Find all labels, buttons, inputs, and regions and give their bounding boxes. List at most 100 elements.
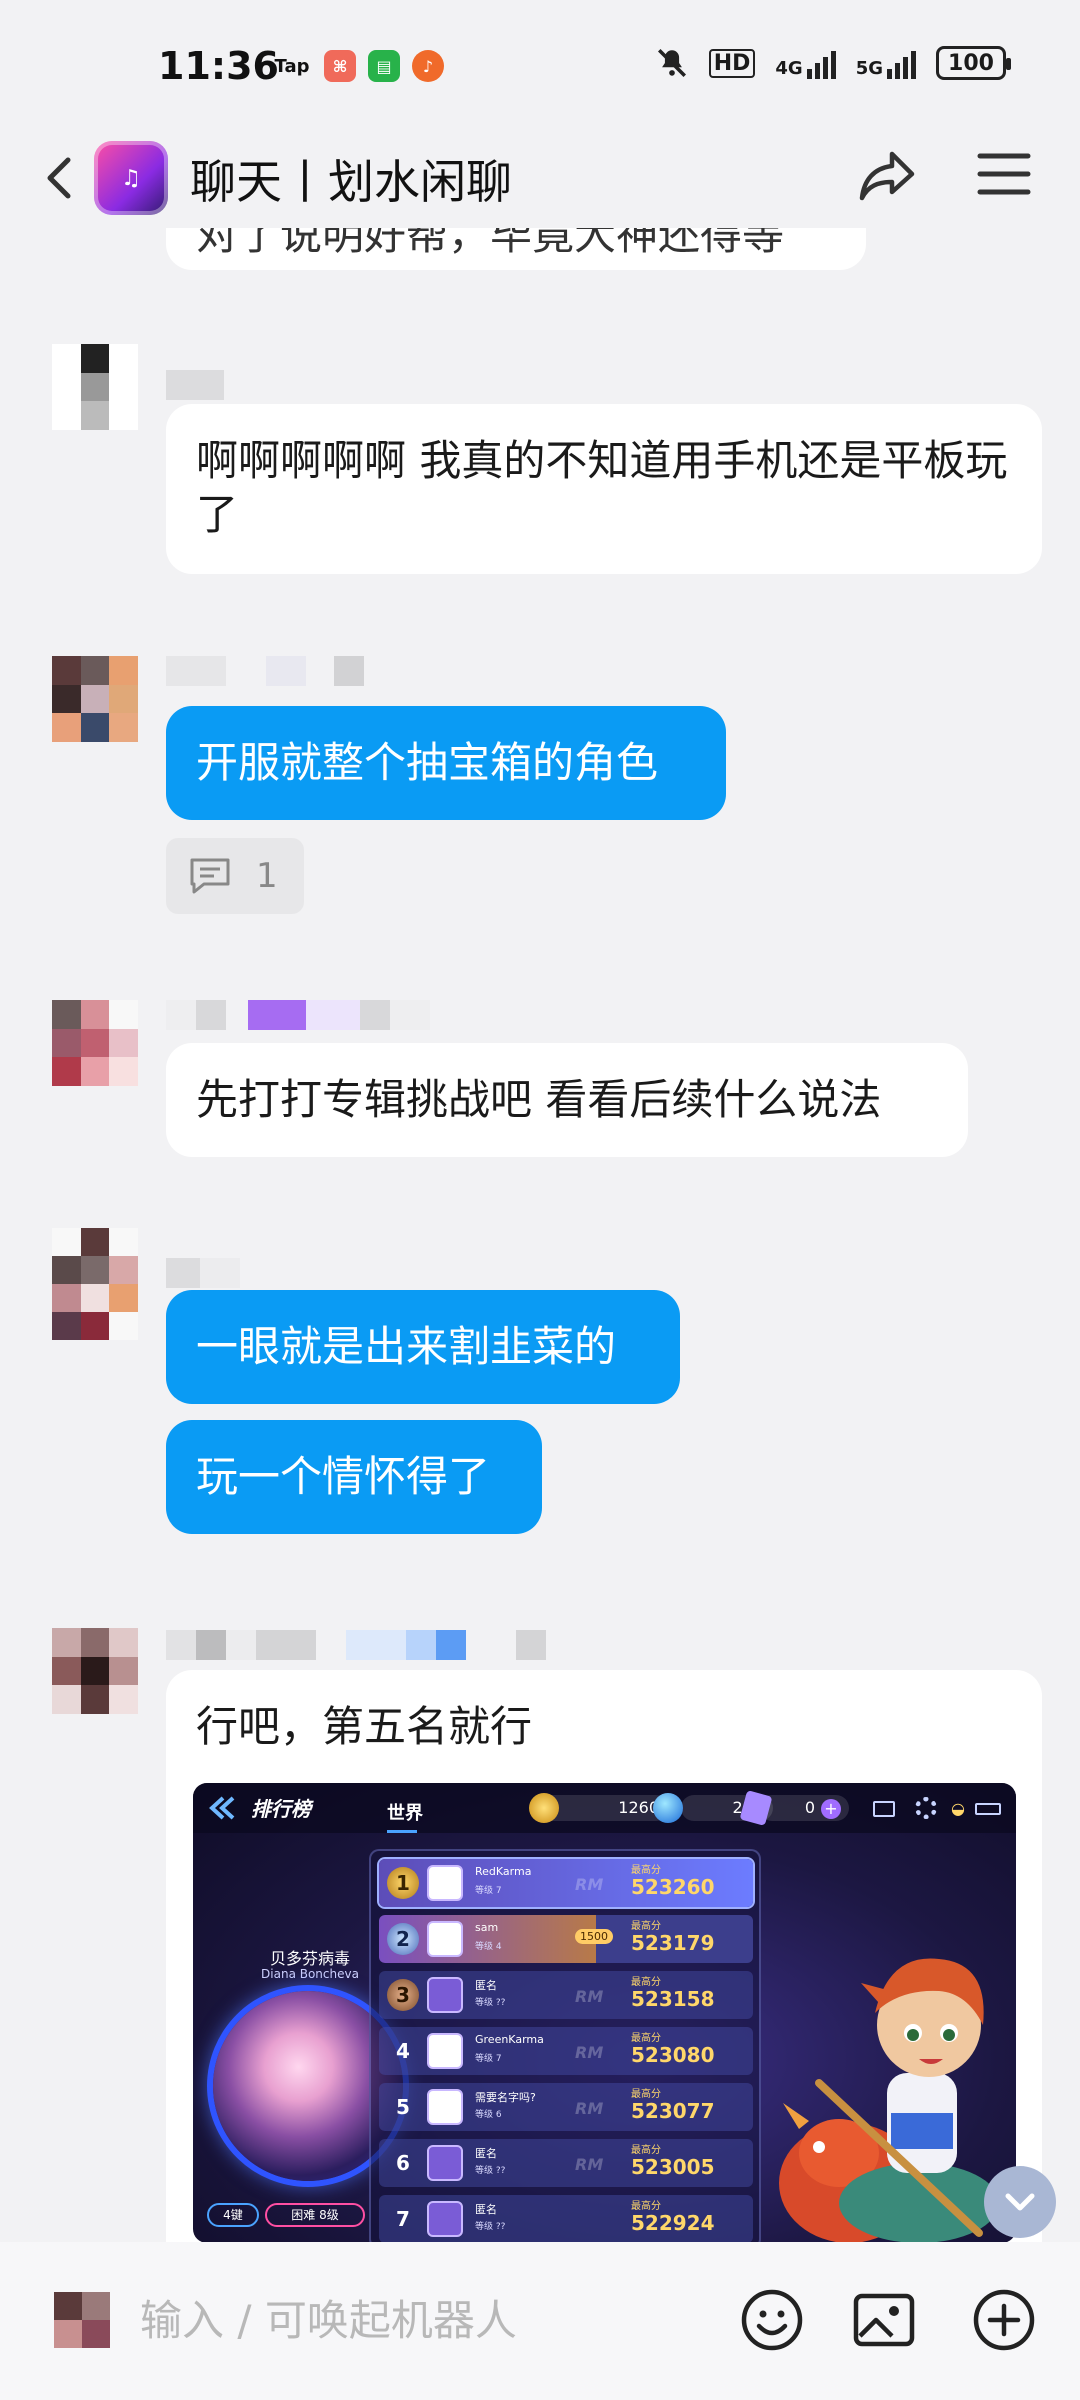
- image-icon[interactable]: [846, 2282, 922, 2358]
- comment-icon: [190, 858, 230, 894]
- level-value: 4: [495, 1942, 502, 1952]
- player-name: 匿名: [475, 2203, 497, 2216]
- rank-number: 2: [387, 1923, 419, 1955]
- reply-count-button[interactable]: 1: [166, 838, 304, 914]
- game-back-icon: [209, 1796, 235, 1820]
- emoji-icon[interactable]: [734, 2282, 810, 2358]
- signal-bars: [887, 47, 916, 79]
- player-avatar: [427, 1977, 463, 2013]
- leaderboard-row: 4 GreenKarma 等级 7 RM 最高分 523080: [379, 2027, 753, 2075]
- rank-number: 4: [396, 2039, 410, 2063]
- hd-icon: HD: [708, 48, 756, 78]
- player-name: 匿名: [475, 2147, 497, 2160]
- player-name: GreenKarma: [475, 2033, 544, 2046]
- leaderboard-title: 排行榜: [251, 1797, 311, 1821]
- message-text: 啊啊啊啊啊 我真的不知道用手机还是平板玩了: [196, 436, 1008, 539]
- rank-number: 3: [387, 1979, 419, 2011]
- level-label: 等级: [475, 2054, 494, 2064]
- player-avatar: [427, 1921, 463, 1957]
- battery-level: 100: [948, 50, 994, 76]
- message-bubble[interactable]: 先打打专辑挑战吧 看看后续什么说法: [166, 1043, 968, 1157]
- battery-icon: 100: [936, 46, 1011, 80]
- player-name: 匿名: [475, 1979, 497, 1992]
- back-icon[interactable]: [32, 148, 92, 208]
- avatar[interactable]: [52, 1628, 138, 1714]
- avatar[interactable]: [52, 344, 138, 430]
- level-value: 7: [495, 2054, 502, 2064]
- chevron-down-icon: [1005, 2193, 1035, 2211]
- player-score: 523077: [631, 2099, 715, 2123]
- score-tag: 1500: [575, 1929, 613, 1944]
- rm-watermark: RM: [575, 2155, 604, 2174]
- plus-icon[interactable]: [966, 2282, 1042, 2358]
- network-5g-label: 5G: [855, 58, 883, 79]
- message-text: 先打打专辑挑战吧 看看后续什么说法: [196, 1075, 882, 1124]
- avatar[interactable]: [52, 1228, 138, 1340]
- message-bubble[interactable]: 一眼就是出来割韭菜的: [166, 1290, 680, 1404]
- level-label: 等级: [475, 1942, 494, 1952]
- high-score-label: 最高分: [631, 1865, 661, 1876]
- mail-icon: [873, 1801, 895, 1817]
- signal-bars: [806, 47, 836, 79]
- chat-header: ♫ 聊天丨划水闲聊: [0, 128, 1080, 228]
- network-4g-label: 4G: [775, 58, 803, 79]
- message-input[interactable]: [140, 2282, 700, 2358]
- high-score-label: 最高分: [631, 1921, 661, 1932]
- group-avatar[interactable]: ♫: [94, 141, 168, 215]
- message-bubble[interactable]: 玩一个情怀得了: [166, 1420, 542, 1534]
- player-avatar: [427, 2145, 463, 2181]
- avatar[interactable]: [52, 656, 138, 742]
- player-name: RedKarma: [475, 1865, 532, 1878]
- rm-watermark: RM: [575, 2099, 604, 2118]
- player-score: 523260: [631, 1875, 715, 1899]
- player-name: sam: [475, 1921, 499, 1934]
- page-title: 聊天丨划水闲聊: [190, 155, 512, 209]
- input-bar: [0, 2242, 1080, 2400]
- plus-badge-icon: +: [821, 1799, 841, 1819]
- level-label: 等级: [475, 2110, 494, 2120]
- message-bubble[interactable]: 对了说明好帮，毕竟大神还得等: [166, 228, 866, 270]
- level-value: 7: [495, 1886, 502, 1896]
- share-icon[interactable]: [852, 140, 922, 210]
- player-score: 523005: [631, 2155, 715, 2179]
- rm-watermark: RM: [575, 1987, 604, 2006]
- player-avatar: [427, 1865, 463, 1901]
- player-score: 522924: [631, 2211, 715, 2235]
- player-score: 523080: [631, 2043, 715, 2067]
- level-label: 等级: [475, 1998, 494, 2008]
- status-bar: 11:36 Tap ⌘ ▤ ♪ HD 4G 5G 100: [0, 0, 1080, 128]
- character-illustration: [779, 1958, 999, 2242]
- mute-icon: [657, 48, 686, 78]
- my-avatar[interactable]: [54, 2292, 110, 2348]
- message-bubble[interactable]: 开服就整个抽宝箱的角色: [166, 706, 726, 820]
- nickname-blurred: [166, 1630, 546, 1660]
- high-score-label: 最高分: [631, 2033, 661, 2044]
- player-avatar: [427, 2089, 463, 2125]
- avatar[interactable]: [52, 1000, 138, 1086]
- leaderboard-screenshot[interactable]: 排行榜 世界 1260 210 0 + ◒ 贝多芬病毒 Diana Bonche…: [193, 1783, 1016, 2242]
- difficulty-badge: 困难 8级: [265, 2203, 365, 2227]
- high-score-label: 最高分: [631, 1977, 661, 1988]
- wifi-icon: ◒: [951, 1799, 965, 1818]
- player-level: 等级 6: [475, 2107, 502, 2120]
- message-text: 玩一个情怀得了: [196, 1452, 491, 1501]
- rank-number: 7: [396, 2207, 410, 2231]
- rm-watermark: RM: [575, 1875, 604, 1894]
- leaderboard-row: 6 匿名 等级 ?? RM 最高分 523005: [379, 2139, 753, 2187]
- player-score: 523179: [631, 1931, 715, 1955]
- leaderboard-row: 7 匿名 等级 ?? 最高分 522924: [379, 2195, 753, 2242]
- level-value: 6: [495, 2110, 502, 2120]
- currency-ticket-value: 0: [804, 1798, 815, 1817]
- status-indicators: HD 4G 5G 100: [655, 46, 1011, 80]
- rank-number: 5: [396, 2095, 410, 2119]
- scroll-to-bottom-button[interactable]: [984, 2166, 1056, 2238]
- player-avatar: [427, 2033, 463, 2069]
- message-list[interactable]: 对了说明好帮，毕竟大神还得等 啊啊啊啊啊 我真的不知道用手机还是平板玩了 开服就…: [0, 228, 1080, 2242]
- tab-world: 世界: [387, 1799, 423, 1833]
- high-score-label: 最高分: [631, 2089, 661, 2100]
- reply-count: 1: [256, 856, 278, 896]
- menu-icon[interactable]: [972, 142, 1036, 206]
- message-bubble[interactable]: 啊啊啊啊啊 我真的不知道用手机还是平板玩了: [166, 404, 1042, 574]
- game-icon: ⌘: [324, 50, 356, 82]
- music-icon: ♪: [412, 50, 444, 82]
